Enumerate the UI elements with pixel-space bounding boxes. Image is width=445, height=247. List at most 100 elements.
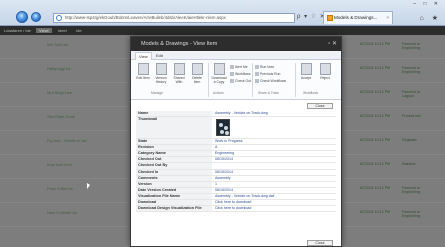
property-value: Work in Progress [215,139,243,144]
reject-icon [319,63,331,75]
close-button-bottom[interactable]: Close [307,240,333,246]
reject-button[interactable]: Reject [317,63,333,80]
property-label: Revision [136,145,212,151]
address-text: http://www-Isp4rg/ekGoub/Bobm/Leaven/Ar/… [65,15,226,20]
dialog-controls[interactable]: ▫ ✕ [328,37,337,51]
nav-item[interactable]: Ideel [58,28,67,33]
edit-icon [137,63,149,75]
delete-icon [191,63,203,75]
tab-edit[interactable]: Edit [153,52,166,60]
check-out-button[interactable]: Check Out [230,79,251,84]
nav-item-selected[interactable]: Viewl [36,28,52,33]
nav-item[interactable]: Ldaafaren / Ide [4,28,31,33]
list-item-category: Fsbonnd la Engineeing [402,210,420,218]
property-label: Checked Out By [136,163,212,169]
accept-button[interactable]: Accept [298,63,314,80]
list-item-title[interactable]: MA Tutlt lan [47,42,68,47]
ribbon: Edit Item Version History Shared With De… [131,60,341,100]
browser-toolbar: ‹ › http://www-Isp4rg/ekGoub/Bobm/Leaven… [0,0,445,26]
property-row: Thumbnail [136,117,336,140]
mouse-cursor-icon [87,183,90,189]
property-value: Engineering [215,151,235,156]
delete-item-button[interactable]: Delete Item [189,63,205,84]
list-item-modified: 8/7/2011 10:12 PM [360,210,391,214]
version-history-button[interactable]: Version History [153,63,169,84]
list-item-category: Regidaltc [402,138,417,142]
home-favorites-icons[interactable]: ⌂ ★ [420,14,441,22]
property-value: 08/15/2014 [215,187,233,192]
property-value: Assembly - Vehicle on Track.dwg [215,111,268,115]
browser-tab[interactable]: Models & Drawings... × [323,11,393,24]
ie-logo-icon [56,15,62,21]
property-label: Visualization File Name [136,193,212,200]
property-label: Download Design Visualization File [136,206,212,212]
property-value[interactable]: Click here to download [215,206,335,212]
address-bar[interactable]: http://www-Isp4rg/ekGoub/Bobm/Leaven/Ar/… [53,13,295,23]
forward-button[interactable]: › [31,12,41,22]
property-label: Comments [136,175,212,181]
property-label: Category Name [136,151,212,157]
list-item-category: Product lebl [402,114,421,118]
list-item-title[interactable]: Fly And - Selnlln er lwt [47,138,87,143]
dialog-title: Models & Drawings - View Item [141,41,218,47]
workflows-button[interactable]: Workflows [230,72,251,77]
address-tools[interactable]: ρ ▾ ♢ ✕ [297,13,326,20]
list-item-category: Fsbonnd la Lagoon [402,90,420,98]
list-item-modified: 8/7/2011 10:12 PM [360,186,391,190]
list-item-modified: 8/7/2011 10:12 PM [360,42,391,46]
shared-with-button[interactable]: Shared With [171,63,187,84]
property-label: Thumbnail [136,117,212,139]
list-item-modified: 8/7/2011 10:12 PM [360,162,391,166]
download-copy-button[interactable]: Download a Copy [211,63,227,84]
property-value: Assembly - Vehicle on Track.dwg.dwf [215,193,275,198]
group-label-actions: Actions [213,91,224,95]
list-item-title[interactable]: Mol Bldgt Lwe [47,90,72,95]
edit-item-button[interactable]: Edit Item [135,63,151,80]
property-value: Assembly [215,175,231,180]
ribbon-tabs: View Edit [131,51,341,60]
thumbnail-image[interactable] [216,119,230,137]
list-item-modified: 8/7/2011 10:12 PM [360,138,391,142]
property-label: Checked Out [136,157,212,163]
list-item-title[interactable]: Inqd lsed lerm [47,162,72,167]
check-workflows-button[interactable]: Check Workflows [255,79,286,84]
history-icon [155,63,167,75]
item-properties-form: Name Assembly - Vehicle on Track.dwg Thumb… [136,111,336,213]
property-label: State [136,139,212,145]
list-item-category: Fsbonnd la Engineeing [402,66,420,74]
sharepoint-top-nav: Ldaafaren / Ide Viewl Ideel Ide [0,26,445,35]
nav-item[interactable]: Ide [76,28,82,33]
property-row: Download Design Visualization File Click … [136,206,336,213]
dialog-titlebar: Models & Drawings - View Item ▫ ✕ [131,37,341,51]
tab-close-icon[interactable]: × [386,12,389,24]
property-value[interactable]: Click here to download [215,200,335,206]
list-item-title[interactable]: Helbpeggl bs [47,66,70,71]
property-value: 08/15/2014 [215,157,233,162]
accept-icon [300,63,312,75]
list-item-category: Fsbonnd la Engineeing [402,42,420,50]
close-button-top[interactable]: Close [307,103,333,109]
alert-me-button[interactable]: Alert Me [230,65,248,70]
list-item-category: Fsbonnd la Engineeing [402,186,420,194]
tab-view[interactable]: View [135,52,152,60]
group-label-share-track: Share & Track [258,91,279,95]
list-item-title[interactable]: New 3 Middle Ixt [47,210,77,215]
property-label: Name [136,111,212,117]
property-label: Download [136,200,212,206]
group-label-manage: Manage [151,91,163,95]
back-button[interactable]: ‹ [16,11,28,23]
property-value: A [215,145,218,150]
list-item-modified: 8/7/2011 10:12 PM [360,66,391,70]
view-item-dialog: Models & Drawings - View Item ▫ ✕ View E… [130,36,342,247]
property-value: 1 [215,181,217,186]
run-now-button[interactable]: Run Now [255,65,274,70]
group-label-workflows: Workflows [303,91,319,95]
list-item-category: Rainbod [402,162,416,166]
list-item-title[interactable]: Pass 4 Bid hrs [47,186,73,191]
screen: ‹ › http://www-Isp4rg/ekGoub/Bobm/Leaven… [0,0,445,247]
property-label: Date Version Created [136,187,212,193]
list-item-title[interactable]: Stst Plate 2Lmb [47,114,75,119]
previous-run-button[interactable]: Previous Run [255,72,280,77]
ribbon-separator [295,63,296,97]
window-controls[interactable]: – □ ✕ [413,1,441,7]
